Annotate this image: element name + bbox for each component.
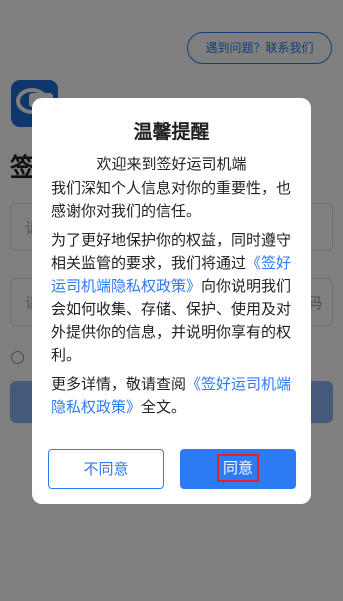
privacy-dialog: 温馨提醒 欢迎来到签好运司机端 我们深知个人信息对你的重要性，也感谢你对我们的信… xyxy=(32,98,311,504)
disagree-button[interactable]: 不同意 xyxy=(48,449,164,489)
paragraph-details: 更多详情，敬请查阅《签好运司机端隐私权政策》全文。 xyxy=(51,373,292,419)
agree-button[interactable]: 同意 xyxy=(180,449,296,489)
agree-button-label: 同意 xyxy=(216,454,259,482)
paragraph-trust: 我们深知个人信息对你的重要性，也感谢你对我们的信任。 xyxy=(51,179,292,220)
welcome-text: 欢迎来到签好运司机端 xyxy=(96,155,247,173)
dialog-title: 温馨提醒 xyxy=(133,121,210,143)
details-text-a: 更多详情，敬请查阅 xyxy=(51,375,187,393)
details-text-b: 全文。 xyxy=(141,398,187,416)
dialog-body: 欢迎来到签好运司机端 我们深知个人信息对你的重要性，也感谢你对我们的信任。 为了… xyxy=(51,153,292,419)
paragraph-policy: 为了更好地保护你的权益，同时遵守相关监管的要求，我们将通过《签好运司机端隐私权政… xyxy=(51,229,292,367)
